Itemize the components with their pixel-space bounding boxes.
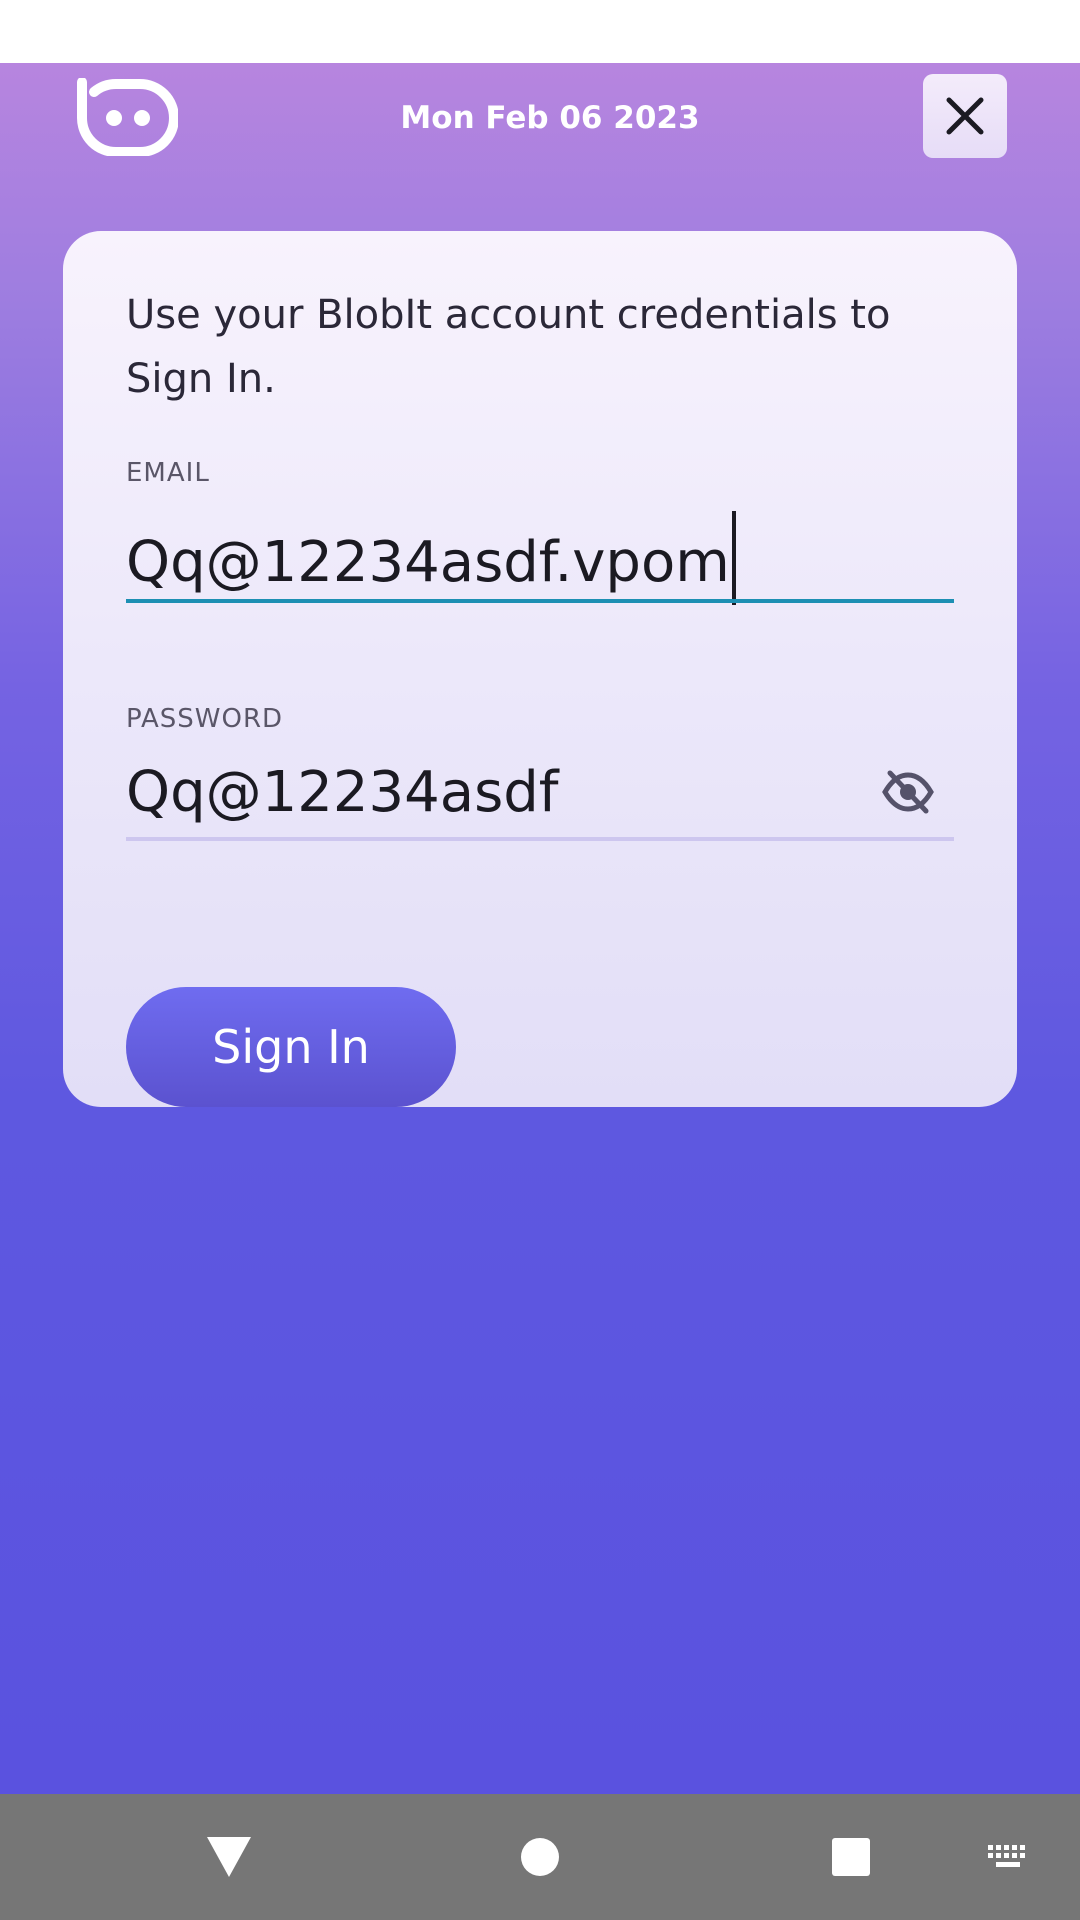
recents-button[interactable] <box>806 1812 896 1902</box>
navigation-bar <box>0 1794 1080 1920</box>
email-value: Qq@12234asdf.vpom <box>126 530 730 596</box>
keyboard-icon <box>988 1845 1025 1867</box>
back-triangle-icon <box>207 1837 251 1877</box>
home-circle-icon <box>521 1838 559 1876</box>
signin-button[interactable]: Sign In <box>126 987 456 1107</box>
status-bar <box>0 0 1080 63</box>
email-field[interactable]: Qq@12234asdf.vpom <box>126 507 954 605</box>
header: Mon Feb 06 2023 <box>0 63 1080 183</box>
password-label: PASSWORD <box>126 704 284 734</box>
app-area: Mon Feb 06 2023 Use your BlobIt account … <box>0 63 1080 1794</box>
blobit-logo-icon <box>74 77 179 157</box>
back-button[interactable] <box>184 1812 274 1902</box>
email-label: EMAIL <box>126 458 210 488</box>
password-value: Qq@12234asdf <box>126 760 559 825</box>
password-underline <box>126 837 954 841</box>
password-field[interactable]: Qq@12234asdf <box>126 745 954 841</box>
recents-square-icon <box>832 1838 870 1876</box>
text-caret <box>731 511 736 605</box>
home-button[interactable] <box>495 1812 585 1902</box>
close-button[interactable] <box>923 74 1007 158</box>
header-date: Mon Feb 06 2023 <box>400 100 700 136</box>
eye-off-icon[interactable] <box>882 769 934 815</box>
keyboard-button[interactable] <box>963 1812 1053 1902</box>
intro-text: Use your BlobIt account credentials to S… <box>126 292 891 402</box>
close-icon <box>946 97 984 135</box>
email-underline <box>126 599 954 603</box>
signin-card: Use your BlobIt account credentials to S… <box>63 231 1017 1107</box>
